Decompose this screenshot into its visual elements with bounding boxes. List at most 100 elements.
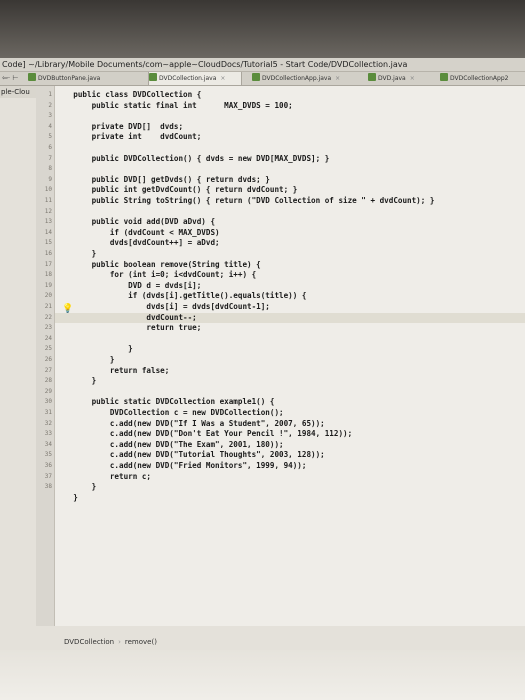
- line-number-gutter: 1 2 3 4 5 6 7 8 9 10 11 12 13 14 15 16 17 18 19 20 21 22 23 24 2…: [36, 86, 55, 626]
- project-panel-label[interactable]: ple-Clou: [0, 86, 37, 98]
- code-line[interactable]: return true;: [55, 323, 201, 333]
- line-number: 20: [44, 292, 52, 300]
- line-number: 17: [44, 260, 52, 268]
- line-number: 15: [44, 239, 52, 247]
- code-line[interactable]: private int dvdCount;: [55, 132, 202, 142]
- line-number: 19: [44, 281, 52, 289]
- tab-dvdcollectionapp[interactable]: DVDCollectionApp.java ×: [252, 72, 352, 85]
- line-number: 18: [44, 271, 52, 279]
- line-number: 6: [48, 144, 52, 151]
- line-number: 34: [44, 440, 52, 448]
- line-number: 37: [44, 472, 52, 480]
- line-number: 8: [48, 165, 52, 173]
- code-line[interactable]: public boolean remove(String title) {: [55, 260, 261, 270]
- code-line[interactable]: }: [55, 376, 97, 386]
- code-line[interactable]: public static final int MAX_DVDS = 100;: [55, 101, 293, 111]
- code-line[interactable]: c.add(new DVD("Fried Monitors", 1999, 94…: [55, 461, 307, 471]
- editor-bottom-area: [0, 650, 525, 700]
- code-line[interactable]: public String toString() { return ("DVD …: [55, 196, 435, 206]
- lightbulb-icon[interactable]: 💡: [62, 305, 73, 314]
- tab-label: DVDButtonPane.java: [38, 75, 101, 82]
- code-line[interactable]: c.add(new DVD("Don't Eat Your Pencil !",…: [55, 429, 352, 439]
- code-line[interactable]: if (dvdCount < MAX_DVDS): [55, 228, 220, 238]
- code-line[interactable]: public void add(DVD aDvd) {: [55, 217, 215, 227]
- line-number: 25: [44, 345, 52, 353]
- line-number: 33: [44, 430, 52, 438]
- window-title: Code] ~/Library/Mobile Documents/com~app…: [0, 58, 525, 72]
- java-file-icon: [368, 73, 376, 81]
- code-line[interactable]: private DVD[] dvds;: [55, 122, 183, 132]
- code-line[interactable]: return false;: [55, 366, 169, 376]
- line-number: 9: [48, 175, 52, 183]
- code-line[interactable]: }: [55, 249, 97, 259]
- navigation-arrows-icon[interactable]: ⇦· ⊢: [2, 72, 18, 85]
- line-number: 7: [48, 154, 52, 162]
- java-file-icon: [252, 73, 260, 81]
- code-line[interactable]: }: [55, 493, 78, 503]
- line-number: 38: [44, 483, 52, 491]
- line-number: 16: [44, 250, 52, 257]
- code-line[interactable]: c.add(new DVD("Tutorial Thoughts", 2003,…: [55, 450, 325, 460]
- breadcrumb: DVDCollection › remove(): [64, 636, 157, 648]
- code-line[interactable]: }: [55, 482, 97, 492]
- line-number: 11: [44, 197, 52, 204]
- line-number: 5: [48, 133, 52, 141]
- tab-dvdcollectionapp2[interactable]: DVDCollectionApp2: [440, 72, 525, 85]
- breadcrumb-method[interactable]: remove(): [125, 638, 157, 646]
- code-line[interactable]: public int getDvdCount() { return dvdCou…: [55, 185, 298, 195]
- line-number: 12: [44, 207, 52, 215]
- code-line[interactable]: dvds[i] = dvds[dvdCount-1];: [55, 302, 269, 312]
- line-number: 27: [44, 366, 52, 374]
- line-number: 31: [44, 409, 52, 416]
- editor-tab-bar: ⇦· ⊢ DVDButtonPane.java DVDCollection.ja…: [0, 72, 525, 86]
- code-editor[interactable]: public class DVDCollection { public stat…: [55, 86, 525, 626]
- line-number: 23: [44, 324, 52, 332]
- code-line[interactable]: }: [55, 344, 133, 354]
- close-tab-icon[interactable]: ×: [220, 75, 225, 82]
- line-number: 32: [44, 419, 52, 427]
- breadcrumb-class[interactable]: DVDCollection: [64, 638, 114, 646]
- code-line[interactable]: public DVD[] getDvds() { return dvds; }: [55, 175, 270, 185]
- line-number: 36: [44, 462, 52, 469]
- line-number: 13: [44, 218, 52, 226]
- java-file-icon: [149, 73, 157, 81]
- code-line[interactable]: if (dvds[i].getTitle().equals(title)) {: [55, 291, 306, 301]
- ide-window: Code] ~/Library/Mobile Documents/com~app…: [0, 0, 525, 700]
- close-tab-icon[interactable]: ×: [410, 75, 415, 82]
- line-number: 28: [44, 377, 52, 385]
- tab-label: DVDCollectionApp.java: [262, 75, 332, 82]
- line-number: 21: [44, 303, 52, 310]
- line-number: 35: [44, 451, 52, 459]
- tab-dvdcollection[interactable]: DVDCollection.java ×: [148, 72, 242, 85]
- code-line[interactable]: dvds[dvdCount++] = aDvd;: [55, 238, 220, 248]
- close-tab-icon[interactable]: ×: [335, 75, 340, 82]
- tab-dvd[interactable]: DVD.java ×: [368, 72, 428, 85]
- code-line[interactable]: public DVDCollection() { dvds = new DVD[…: [55, 154, 330, 164]
- line-number: 14: [44, 228, 52, 236]
- breadcrumb-separator: ›: [118, 638, 121, 646]
- java-file-icon: [440, 73, 448, 81]
- line-number: 29: [44, 387, 52, 395]
- code-line[interactable]: return c;: [55, 472, 151, 482]
- tab-label: DVDCollection.java: [159, 75, 217, 82]
- java-file-icon: [28, 73, 36, 81]
- tab-label: DVD.java: [378, 75, 406, 82]
- line-number: 3: [48, 112, 52, 120]
- screen-bezel: [0, 0, 525, 58]
- line-number: 24: [44, 334, 52, 342]
- line-number: 2: [48, 101, 52, 109]
- line-number: 4: [48, 122, 52, 130]
- code-line[interactable]: c.add(new DVD("The Exam", 2001, 180));: [55, 440, 284, 450]
- code-line[interactable]: public class DVDCollection {: [55, 90, 201, 100]
- code-line[interactable]: dvdCount--;: [55, 313, 196, 323]
- code-line[interactable]: DVD d = dvds[i];: [55, 281, 201, 291]
- code-line[interactable]: c.add(new DVD("If I Was a Student", 2007…: [55, 419, 325, 429]
- code-line[interactable]: }: [55, 355, 115, 365]
- tab-dvdbuttonpane[interactable]: DVDButtonPane.java: [28, 72, 110, 85]
- line-number: 26: [44, 356, 52, 363]
- tab-label: DVDCollectionApp2: [450, 75, 509, 82]
- code-line[interactable]: public static DVDCollection example1() {: [55, 397, 275, 407]
- code-line[interactable]: DVDCollection c = new DVDCollection();: [55, 408, 284, 418]
- code-line[interactable]: for (int i=0; i<dvdCount; i++) {: [55, 270, 256, 280]
- line-number: 10: [44, 186, 52, 194]
